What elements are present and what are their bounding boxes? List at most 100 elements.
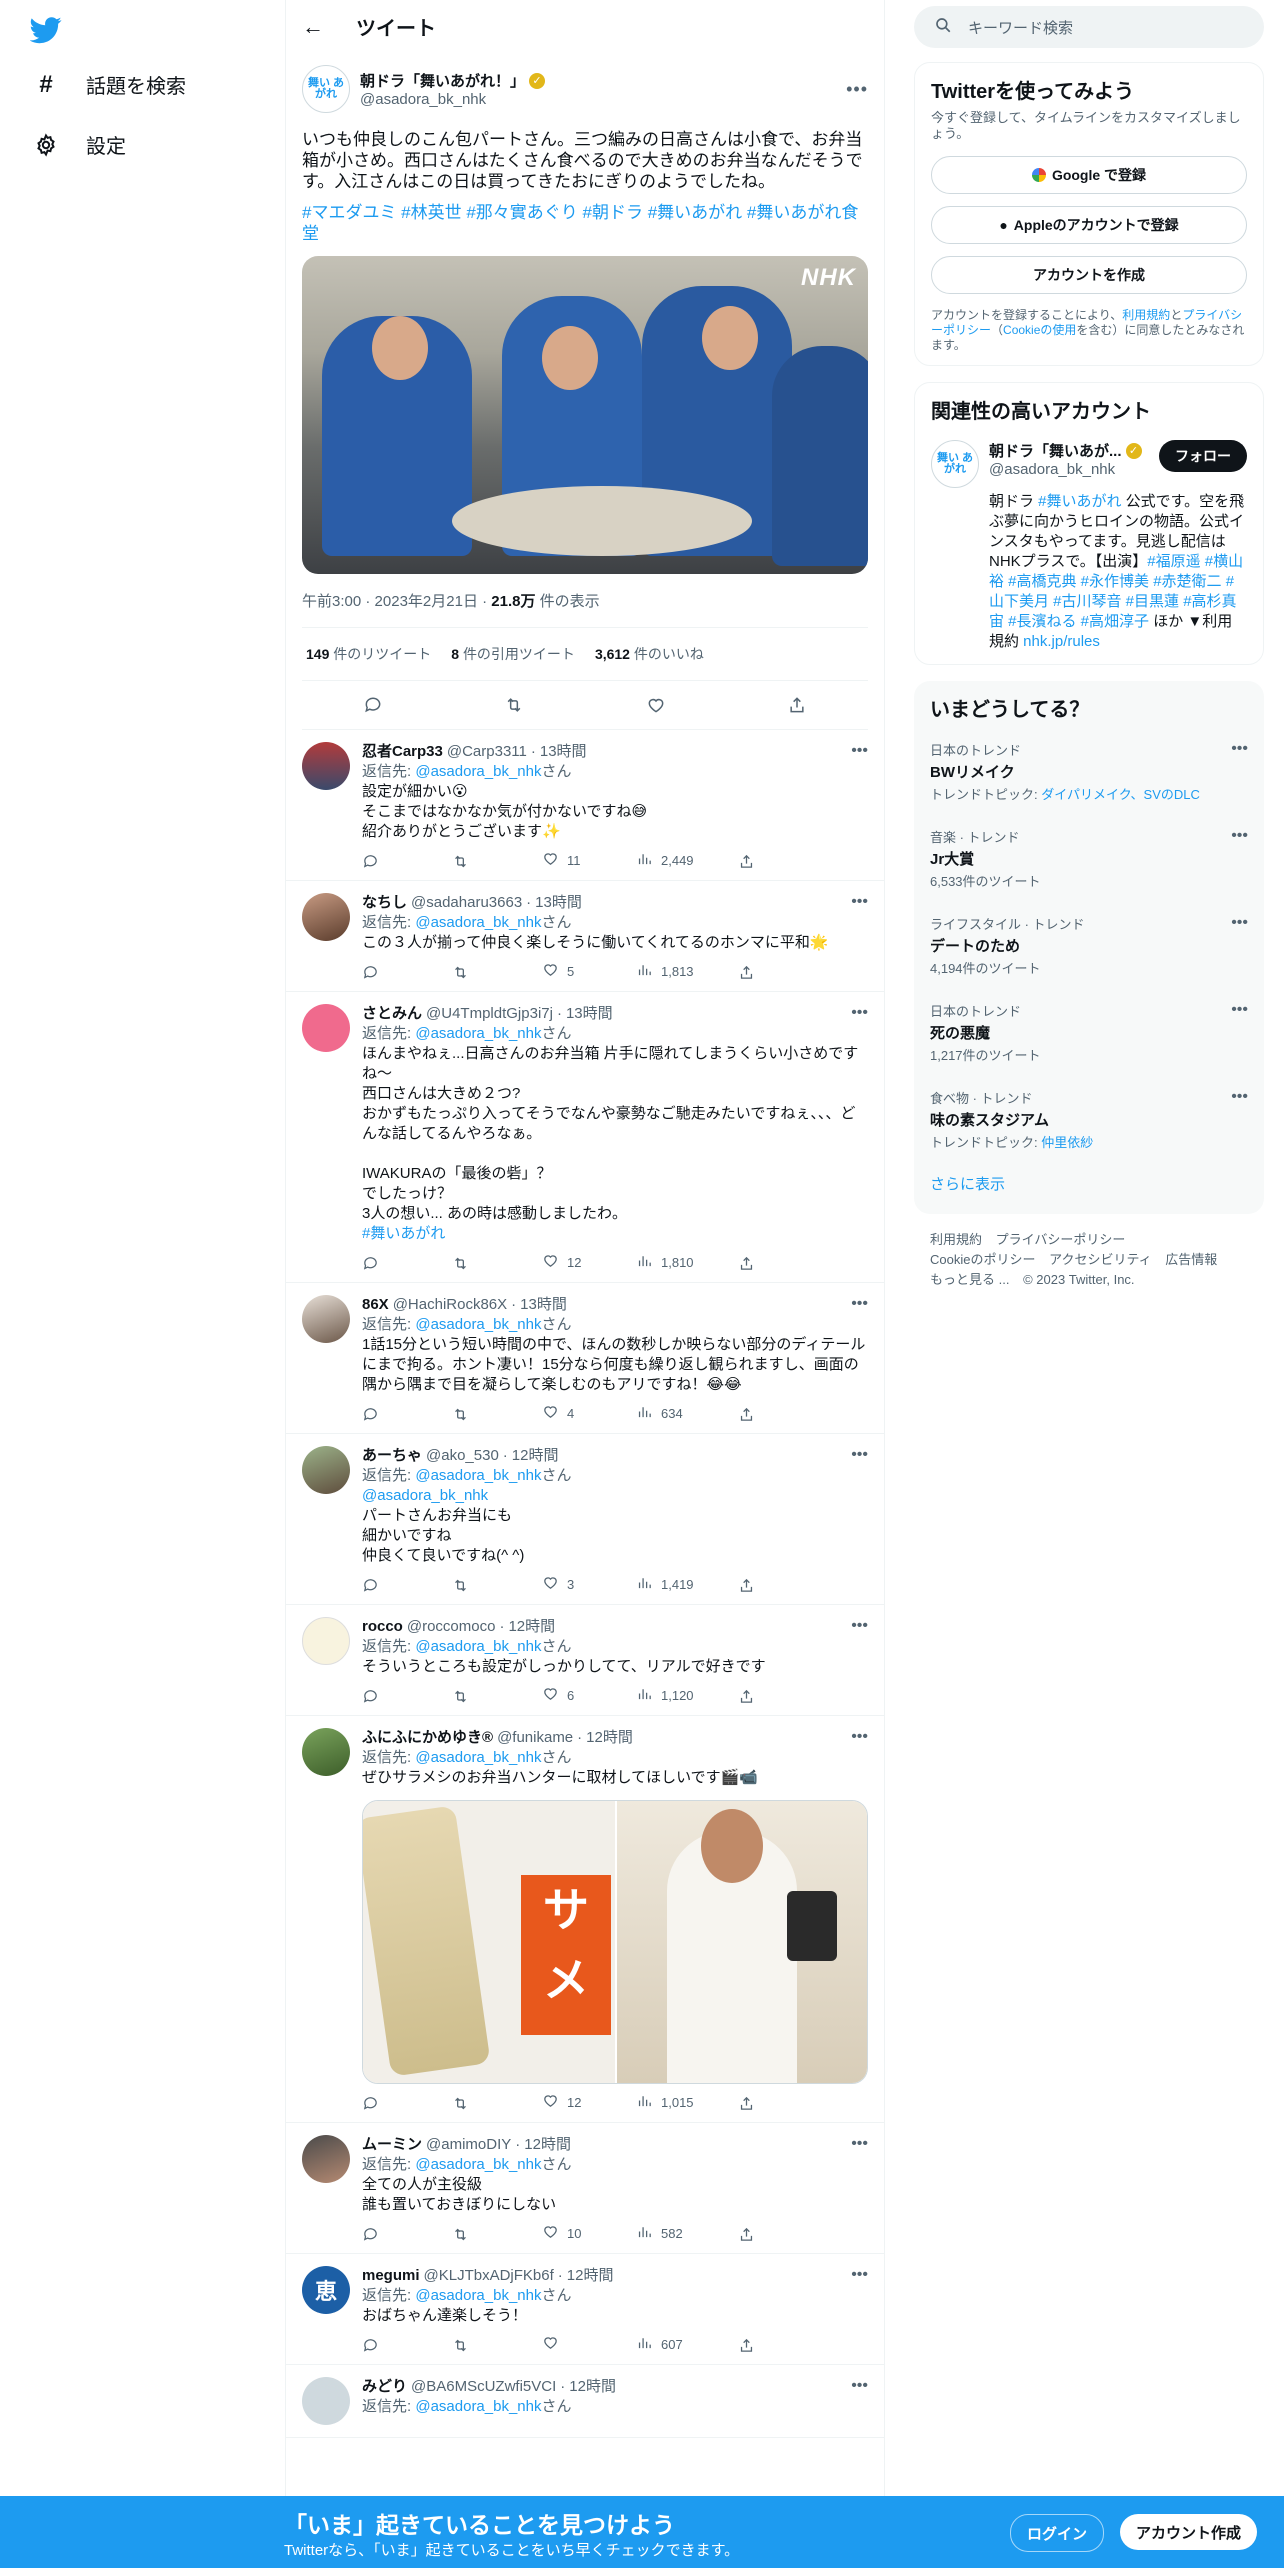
more-options-icon[interactable]: ••• (1231, 1001, 1248, 1019)
reply-to-mention[interactable]: @asadora_bk_nhk (415, 1025, 541, 1042)
more-options-icon[interactable]: ••• (846, 79, 868, 100)
reply-to-mention[interactable]: @asadora_bk_nhk (415, 2156, 541, 2173)
share-icon[interactable] (738, 964, 755, 981)
avatar[interactable] (302, 1617, 350, 1665)
share-icon[interactable] (738, 853, 755, 870)
like-button[interactable]: 5 (542, 961, 636, 984)
more-options-icon[interactable]: ••• (1231, 827, 1248, 845)
reply-tweet[interactable]: ムーミン @amimoDIY · 12時間 返信先: @asadora_bk_nhkさん… (286, 2123, 884, 2254)
reply-author-name[interactable]: 忍者Carp33 (362, 742, 443, 762)
media-image-bento[interactable]: サメ (363, 1801, 615, 2083)
avatar[interactable] (302, 1295, 350, 1343)
reply-to-mention[interactable]: @asadora_bk_nhk (415, 1316, 541, 1333)
reply-to-mention[interactable]: @asadora_bk_nhk (415, 2287, 541, 2304)
reply-icon[interactable] (362, 2226, 452, 2243)
like-button[interactable]: 10 (542, 2223, 636, 2246)
footer-link[interactable]: Cookieのポリシー (930, 1252, 1035, 1267)
reply-to-mention[interactable]: @asadora_bk_nhk (415, 914, 541, 931)
reply-to-mention[interactable]: @asadora_bk_nhk (415, 1638, 541, 1655)
footer-link[interactable]: 利用規約 (930, 1232, 982, 1247)
reply-icon[interactable] (362, 964, 452, 981)
more-options-icon[interactable]: ••• (1231, 914, 1248, 932)
retweet-icon[interactable] (452, 2095, 542, 2112)
reply-tweet[interactable]: さとみん @U4TmpldtGjp3i7j · 13時間 返信先: @asadora_b… (286, 992, 884, 1283)
retweet-icon[interactable] (452, 1255, 542, 1272)
more-options-icon[interactable]: ••• (851, 2377, 868, 2395)
tweet-photo[interactable]: NHK (302, 256, 868, 574)
follow-button[interactable]: フォロー (1159, 440, 1247, 472)
reply-time[interactable]: 13時間 (540, 742, 587, 762)
footer-link[interactable]: もっと見る ... (930, 1272, 1009, 1287)
more-options-icon[interactable]: ••• (851, 742, 868, 760)
reply-time[interactable]: 12時間 (508, 1617, 555, 1637)
tweet-time[interactable]: 午前3:00 (302, 593, 361, 610)
retweet-icon[interactable] (452, 2226, 542, 2243)
views-button[interactable]: 1,419 (636, 1574, 738, 1597)
reply-author-handle[interactable]: @HachiRock86X (393, 1295, 507, 1315)
avatar[interactable] (302, 1446, 350, 1494)
reply-author-name[interactable]: さとみん (362, 1004, 422, 1024)
related-account[interactable]: 舞い あがれ 朝ドラ「舞いあが... ✓ @asadora_bk_nhk フォロー (931, 440, 1247, 488)
reply-author-name[interactable]: なちし (362, 893, 407, 913)
reply-icon[interactable] (362, 1577, 452, 1594)
reply-icon[interactable] (362, 2337, 452, 2354)
avatar[interactable] (302, 893, 350, 941)
tweet-date[interactable]: 2023年2月21日 (375, 593, 478, 610)
reply-author-name[interactable]: megumi (362, 2266, 420, 2286)
reply-tweet[interactable]: 恵 megumi @KLJTbxADjFKb6f · 12時間 返信先: @asadora… (286, 2254, 884, 2365)
apple-signup-button[interactable]: ● Appleのアカウントで登録 (931, 206, 1247, 244)
reply-author-handle[interactable]: @funikame (497, 1728, 573, 1748)
avatar[interactable] (302, 1004, 350, 1052)
share-icon[interactable] (787, 695, 807, 715)
reply-media[interactable]: サメ (362, 1800, 868, 2084)
avatar[interactable] (302, 742, 350, 790)
share-icon[interactable] (738, 2226, 755, 2243)
quote-count[interactable]: 8 件の引用ツイート (451, 644, 575, 664)
reply-author-handle[interactable]: @U4TmpldtGjp3i7j (426, 1004, 553, 1024)
reply-icon[interactable] (362, 1688, 452, 1705)
views-button[interactable]: 634 (636, 1403, 738, 1426)
like-button[interactable] (542, 2334, 636, 2357)
avatar[interactable]: 舞い あがれ (302, 65, 350, 113)
search-input[interactable]: キーワード検索 (968, 17, 1073, 38)
reply-to-mention[interactable]: @asadora_bk_nhk (415, 763, 541, 780)
trend-item[interactable]: 日本のトレンド 死の悪魔 1,217件のツイート ••• (930, 989, 1248, 1076)
like-button[interactable]: 4 (542, 1403, 636, 1426)
like-button[interactable]: 12 (542, 2092, 636, 2115)
reply-tweet[interactable]: あーちゃ @ako_530 · 12時間 返信先: @asadora_bk_nhkさん @… (286, 1434, 884, 1605)
reply-time[interactable]: 12時間 (567, 2266, 614, 2286)
avatar[interactable] (302, 2377, 350, 2425)
footer-link[interactable]: プライバシーポリシー (996, 1232, 1126, 1247)
share-icon[interactable] (738, 2337, 755, 2354)
author-name[interactable]: 朝ドラ「舞いあがれ！」 (360, 70, 525, 91)
like-button[interactable]: 6 (542, 1685, 636, 1708)
reply-hashtag[interactable]: #舞いあがれ (362, 1225, 445, 1242)
views-button[interactable]: 607 (636, 2334, 738, 2357)
retweet-icon[interactable] (452, 853, 542, 870)
more-options-icon[interactable]: ••• (851, 1728, 868, 1746)
reply-time[interactable]: 12時間 (512, 1446, 559, 1466)
more-options-icon[interactable]: ••• (1231, 1088, 1248, 1106)
views-button[interactable]: 1,810 (636, 1252, 738, 1275)
reply-icon[interactable] (362, 1255, 452, 1272)
reply-icon[interactable] (363, 695, 383, 715)
create-account-button[interactable]: アカウントを作成 (931, 256, 1247, 294)
more-options-icon[interactable]: ••• (851, 893, 868, 911)
more-options-icon[interactable]: ••• (851, 2135, 868, 2153)
retweet-icon[interactable] (452, 1688, 542, 1705)
more-options-icon[interactable]: ••• (851, 1617, 868, 1635)
views-button[interactable]: 1,120 (636, 1685, 738, 1708)
trend-topic-link[interactable]: 仲里依紗 (1041, 1135, 1093, 1150)
reply-time[interactable]: 13時間 (520, 1295, 567, 1315)
reply-author-name[interactable]: あーちゃ (362, 1446, 422, 1466)
views-button[interactable]: 1,015 (636, 2092, 738, 2115)
retweet-count[interactable]: 149 件のリツイート (306, 644, 431, 664)
cookie-link[interactable]: Cookieの使用 (1003, 323, 1076, 337)
trend-item[interactable]: 日本のトレンド BWリメイク トレンドトピック: ダイパリメイク、SVのDLC ••• (930, 728, 1248, 815)
reply-tweet[interactable]: 忍者Carp33 @Carp3311 · 13時間 返信先: @asadora_bk_n… (286, 730, 884, 881)
bio-hashtag[interactable]: #舞いあがれ (1038, 493, 1121, 510)
reply-author-name[interactable]: ムーミン (362, 2135, 422, 2155)
avatar[interactable] (302, 2135, 350, 2183)
media-image-person[interactable] (617, 1801, 867, 2083)
share-icon[interactable] (738, 1255, 755, 1272)
